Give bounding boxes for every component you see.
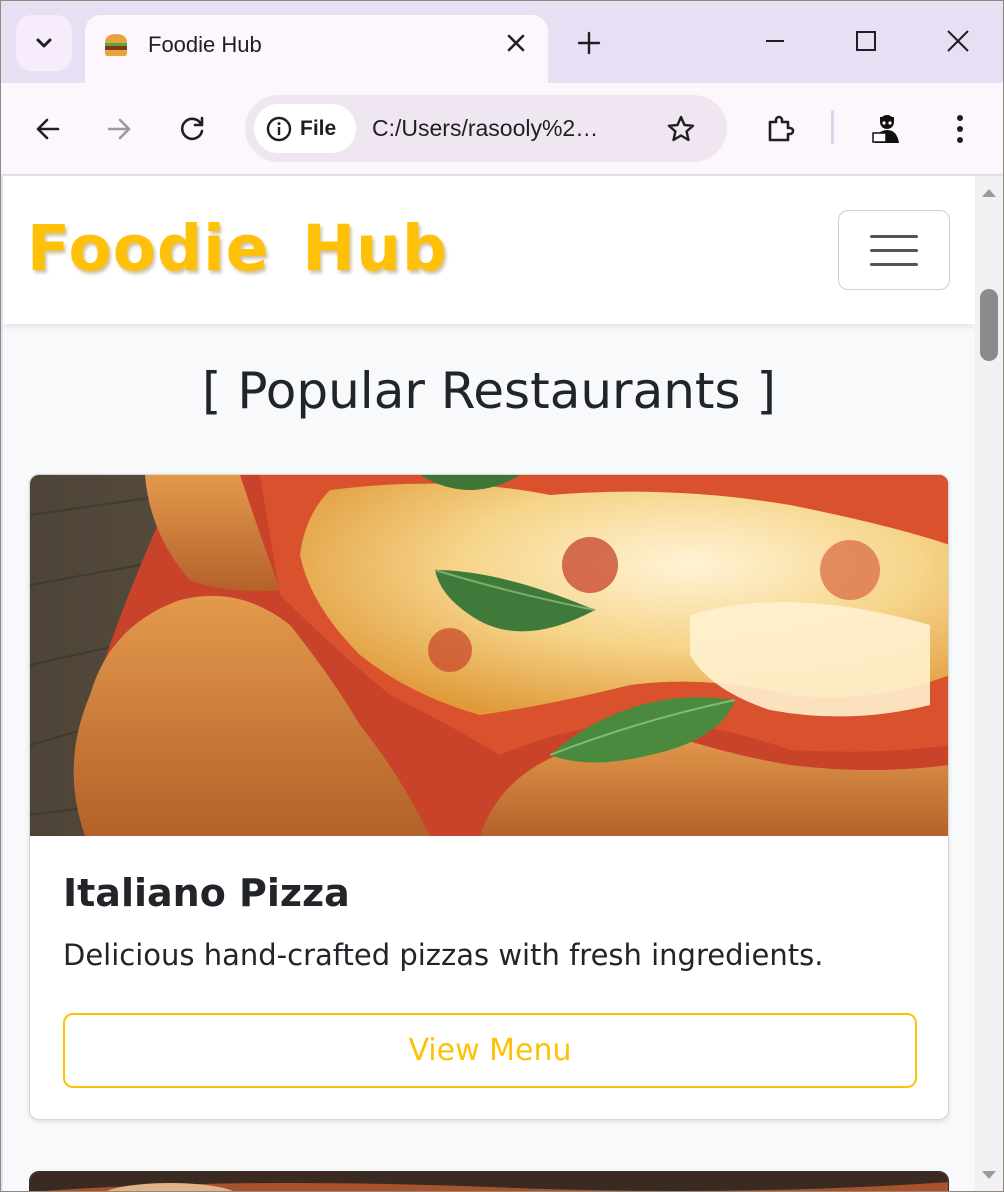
arrow-left-icon xyxy=(36,118,60,140)
maximize-icon xyxy=(856,31,876,51)
scroll-down-arrow-icon[interactable] xyxy=(981,1170,997,1182)
pizza-image xyxy=(30,475,948,836)
arrow-right-icon xyxy=(107,118,131,140)
tab-title: Foodie Hub xyxy=(148,32,262,57)
section-title: [ Popular Restaurants ] xyxy=(202,362,776,420)
brand-logo[interactable]: Foodie Hub xyxy=(27,212,448,285)
profile-button[interactable] xyxy=(863,105,911,153)
reload-icon xyxy=(181,116,204,141)
site-info-chip[interactable]: File xyxy=(254,104,356,153)
hamburger-icon xyxy=(870,234,918,238)
page-viewport: Foodie Hub [ Popular Restaurants ] Itali… xyxy=(3,176,975,1191)
burger-icon xyxy=(105,34,127,56)
file-chip-label: File xyxy=(300,116,337,140)
site-navbar: Foodie Hub xyxy=(3,176,975,324)
scroll-up-arrow-icon[interactable] xyxy=(981,186,997,198)
browser-window: Foodie Hub File C:/Users/rasooly%2… Food… xyxy=(0,0,1004,1192)
close-icon xyxy=(507,34,525,52)
info-icon xyxy=(266,116,292,141)
kebab-menu-icon xyxy=(957,115,963,143)
plus-icon xyxy=(577,31,601,55)
tab-foodie-hub[interactable]: Foodie Hub xyxy=(85,15,548,83)
food-image xyxy=(30,1172,948,1191)
chevron-down-icon xyxy=(36,38,52,48)
new-tab-button[interactable] xyxy=(569,23,609,63)
hamburger-icon xyxy=(870,248,918,252)
tab-search-button[interactable] xyxy=(16,15,72,71)
extensions-button[interactable] xyxy=(757,105,805,153)
reload-button[interactable] xyxy=(168,105,216,153)
browser-toolbar: File C:/Users/rasooly%2… xyxy=(1,83,1003,175)
address-bar[interactable]: File C:/Users/rasooly%2… xyxy=(245,95,727,162)
tab-strip: Foodie Hub xyxy=(1,1,1003,83)
back-button[interactable] xyxy=(24,105,72,153)
restaurant-card: Italiano Pizza Delicious hand-crafted pi… xyxy=(29,474,949,1120)
nav-toggle-button[interactable] xyxy=(838,210,950,290)
forward-button[interactable] xyxy=(95,105,143,153)
scrollbar-thumb[interactable] xyxy=(980,289,998,361)
avatar-icon xyxy=(872,115,899,143)
minimize-button[interactable] xyxy=(753,19,797,63)
page-scrollbar[interactable] xyxy=(975,176,1003,1191)
minimize-icon xyxy=(766,40,784,42)
close-window-button[interactable] xyxy=(936,19,980,63)
puzzle-icon xyxy=(768,115,795,142)
tab-close-button[interactable] xyxy=(504,31,528,55)
url-text[interactable]: C:/Users/rasooly%2… xyxy=(372,115,598,142)
browser-menu-button[interactable] xyxy=(936,105,984,153)
close-icon xyxy=(947,30,969,52)
hamburger-icon xyxy=(870,262,918,266)
bookmark-button[interactable] xyxy=(659,107,703,151)
star-icon xyxy=(667,115,695,142)
card-description: Delicious hand-crafted pizzas with fresh… xyxy=(63,938,824,972)
maximize-button[interactable] xyxy=(844,19,888,63)
card-title: Italiano Pizza xyxy=(63,871,350,915)
restaurant-card-partial xyxy=(29,1171,949,1191)
view-menu-button[interactable]: View Menu xyxy=(63,1013,917,1088)
toolbar-divider xyxy=(831,110,834,144)
